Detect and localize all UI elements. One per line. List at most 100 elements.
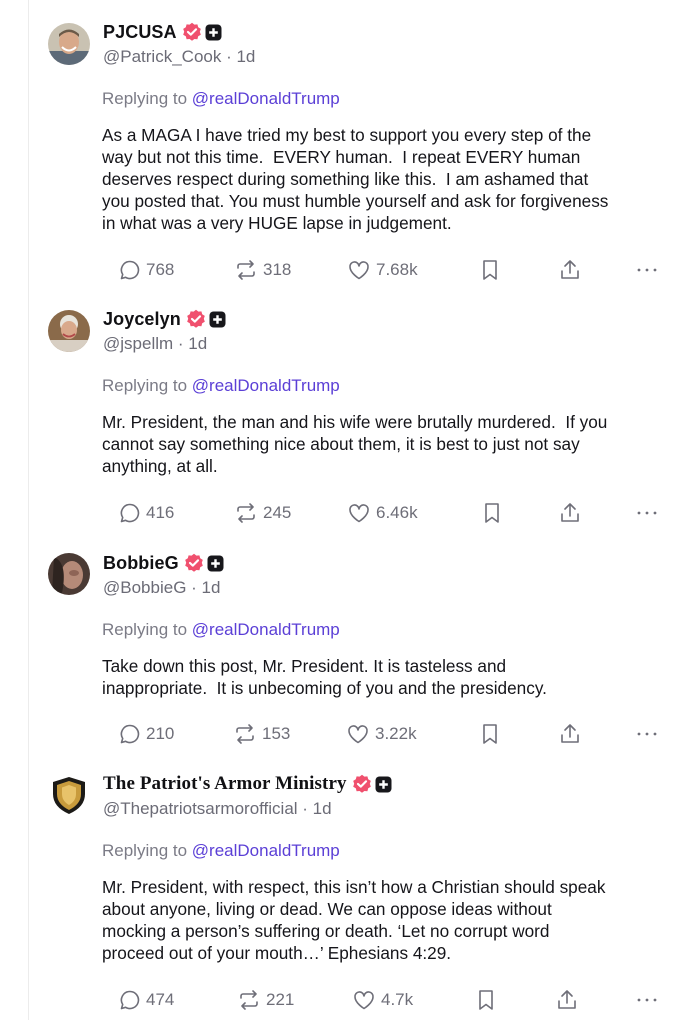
reply-button[interactable]: 768 (119, 257, 174, 283)
display-name[interactable]: The Patriot's Armor Ministry (103, 773, 347, 795)
repost-button[interactable]: 221 (237, 987, 294, 1013)
bookmark-icon (485, 503, 499, 523)
verified-badge-icon (182, 22, 201, 41)
repost-count: 245 (263, 503, 292, 522)
comment-icon (120, 503, 140, 523)
comment-icon (120, 260, 140, 280)
author-row: Joycelyn (103, 307, 226, 331)
verified-badge-icon (352, 774, 371, 793)
more-button[interactable] (636, 721, 658, 747)
reply-button[interactable]: 474 (119, 987, 174, 1013)
repost-icon (240, 990, 258, 1010)
avatar[interactable] (48, 310, 90, 352)
bookmark-button[interactable] (482, 500, 502, 526)
author-row: PJCUSA (103, 20, 222, 44)
reply-count: 416 (146, 503, 175, 522)
plus-badge-icon (207, 555, 224, 571)
heart-icon (349, 261, 369, 280)
replying-to-label: Replying to (102, 89, 188, 108)
handle-timestamp[interactable]: @Patrick_Cook · 1d (103, 47, 255, 69)
repost-button[interactable]: 318 (234, 257, 291, 283)
display-name[interactable]: BobbieG (103, 553, 179, 574)
avatar-photo (48, 553, 90, 595)
more-icon (637, 511, 657, 515)
more-button[interactable] (636, 500, 658, 526)
replying-to: Replying to @realDonaldTrump (102, 620, 340, 640)
repost-icon (236, 724, 254, 744)
verified-badge-icon (187, 309, 205, 328)
bookmark-icon (479, 990, 493, 1010)
heart-icon (349, 504, 369, 523)
mention-link[interactable]: @realDonaldTrump (192, 89, 340, 108)
repost-icon (237, 260, 255, 280)
comment-icon (120, 990, 140, 1010)
repost-button[interactable]: 245 (234, 500, 291, 526)
mention-link[interactable]: @realDonaldTrump (192, 841, 340, 860)
repost-icon (237, 503, 255, 523)
bookmark-icon (483, 260, 497, 280)
heart-icon (354, 991, 374, 1010)
like-button[interactable]: 7.68k (347, 257, 418, 283)
avatar[interactable] (48, 553, 90, 595)
like-count: 7.68k (376, 260, 418, 279)
bookmark-button[interactable] (480, 721, 500, 747)
repost-count: 153 (262, 724, 291, 743)
bookmark-button[interactable] (480, 257, 500, 283)
replying-to-label: Replying to (102, 841, 188, 860)
share-icon (561, 724, 579, 743)
repost-button[interactable]: 153 (233, 721, 290, 747)
plus-badge-icon (205, 24, 222, 40)
share-button[interactable] (558, 500, 582, 526)
avatar-photo (48, 23, 90, 65)
more-button[interactable] (636, 987, 658, 1013)
share-button[interactable] (558, 721, 582, 747)
action-bar: 474 221 4.7k (0, 987, 686, 1013)
post-body: As a MAGA I have tried my best to suppor… (102, 125, 609, 233)
like-button[interactable]: 6.46k (347, 500, 418, 526)
bookmark-button[interactable] (476, 987, 496, 1013)
mention-link[interactable]: @realDonaldTrump (192, 620, 340, 639)
replying-to-label: Replying to (102, 620, 188, 639)
replying-to-label: Replying to (102, 376, 188, 395)
like-count: 4.7k (381, 990, 414, 1009)
plus-badge-icon (375, 776, 392, 792)
plus-badge-icon (209, 311, 226, 327)
heart-icon (348, 725, 368, 744)
action-bar: 416 245 6.46k (0, 500, 686, 526)
share-button[interactable] (555, 987, 579, 1013)
like-button[interactable]: 3.22k (346, 721, 417, 747)
replying-to: Replying to @realDonaldTrump (102, 89, 340, 109)
post-body: Mr. President, the man and his wife were… (102, 412, 608, 476)
comment-icon (120, 724, 140, 744)
reply-button[interactable]: 210 (119, 721, 174, 747)
share-button[interactable] (558, 257, 582, 283)
reply-count: 768 (146, 260, 175, 279)
avatar[interactable] (48, 774, 90, 816)
like-button[interactable]: 4.7k (352, 987, 413, 1013)
repost-count: 221 (266, 990, 295, 1009)
handle-timestamp[interactable]: @Thepatriotsarmorofficial · 1d (103, 799, 332, 821)
like-count: 3.22k (375, 724, 417, 743)
share-icon (558, 990, 576, 1009)
reply-count: 474 (146, 990, 175, 1009)
reply-button[interactable]: 416 (119, 500, 174, 526)
action-bar: 210 153 3.22k (0, 721, 686, 747)
avatar-photo (48, 310, 90, 352)
handle-timestamp[interactable]: @jspellm · 1d (103, 334, 207, 356)
more-icon (637, 732, 657, 736)
avatar[interactable] (48, 23, 90, 65)
bookmark-icon (483, 724, 497, 744)
reply-count: 210 (146, 724, 175, 743)
post-body: Take down this post, Mr. President. It i… (102, 656, 547, 698)
display-name[interactable]: PJCUSA (103, 22, 177, 43)
verified-badge-icon (184, 553, 203, 572)
shield-logo (48, 774, 90, 816)
replying-to: Replying to @realDonaldTrump (102, 376, 340, 396)
share-icon (561, 503, 579, 522)
more-button[interactable] (636, 257, 658, 283)
share-icon (561, 260, 579, 279)
author-row: The Patriot's Armor Ministry (103, 772, 392, 796)
handle-timestamp[interactable]: @BobbieG · 1d (103, 578, 220, 600)
mention-link[interactable]: @realDonaldTrump (192, 376, 340, 395)
display-name[interactable]: Joycelyn (103, 309, 181, 330)
